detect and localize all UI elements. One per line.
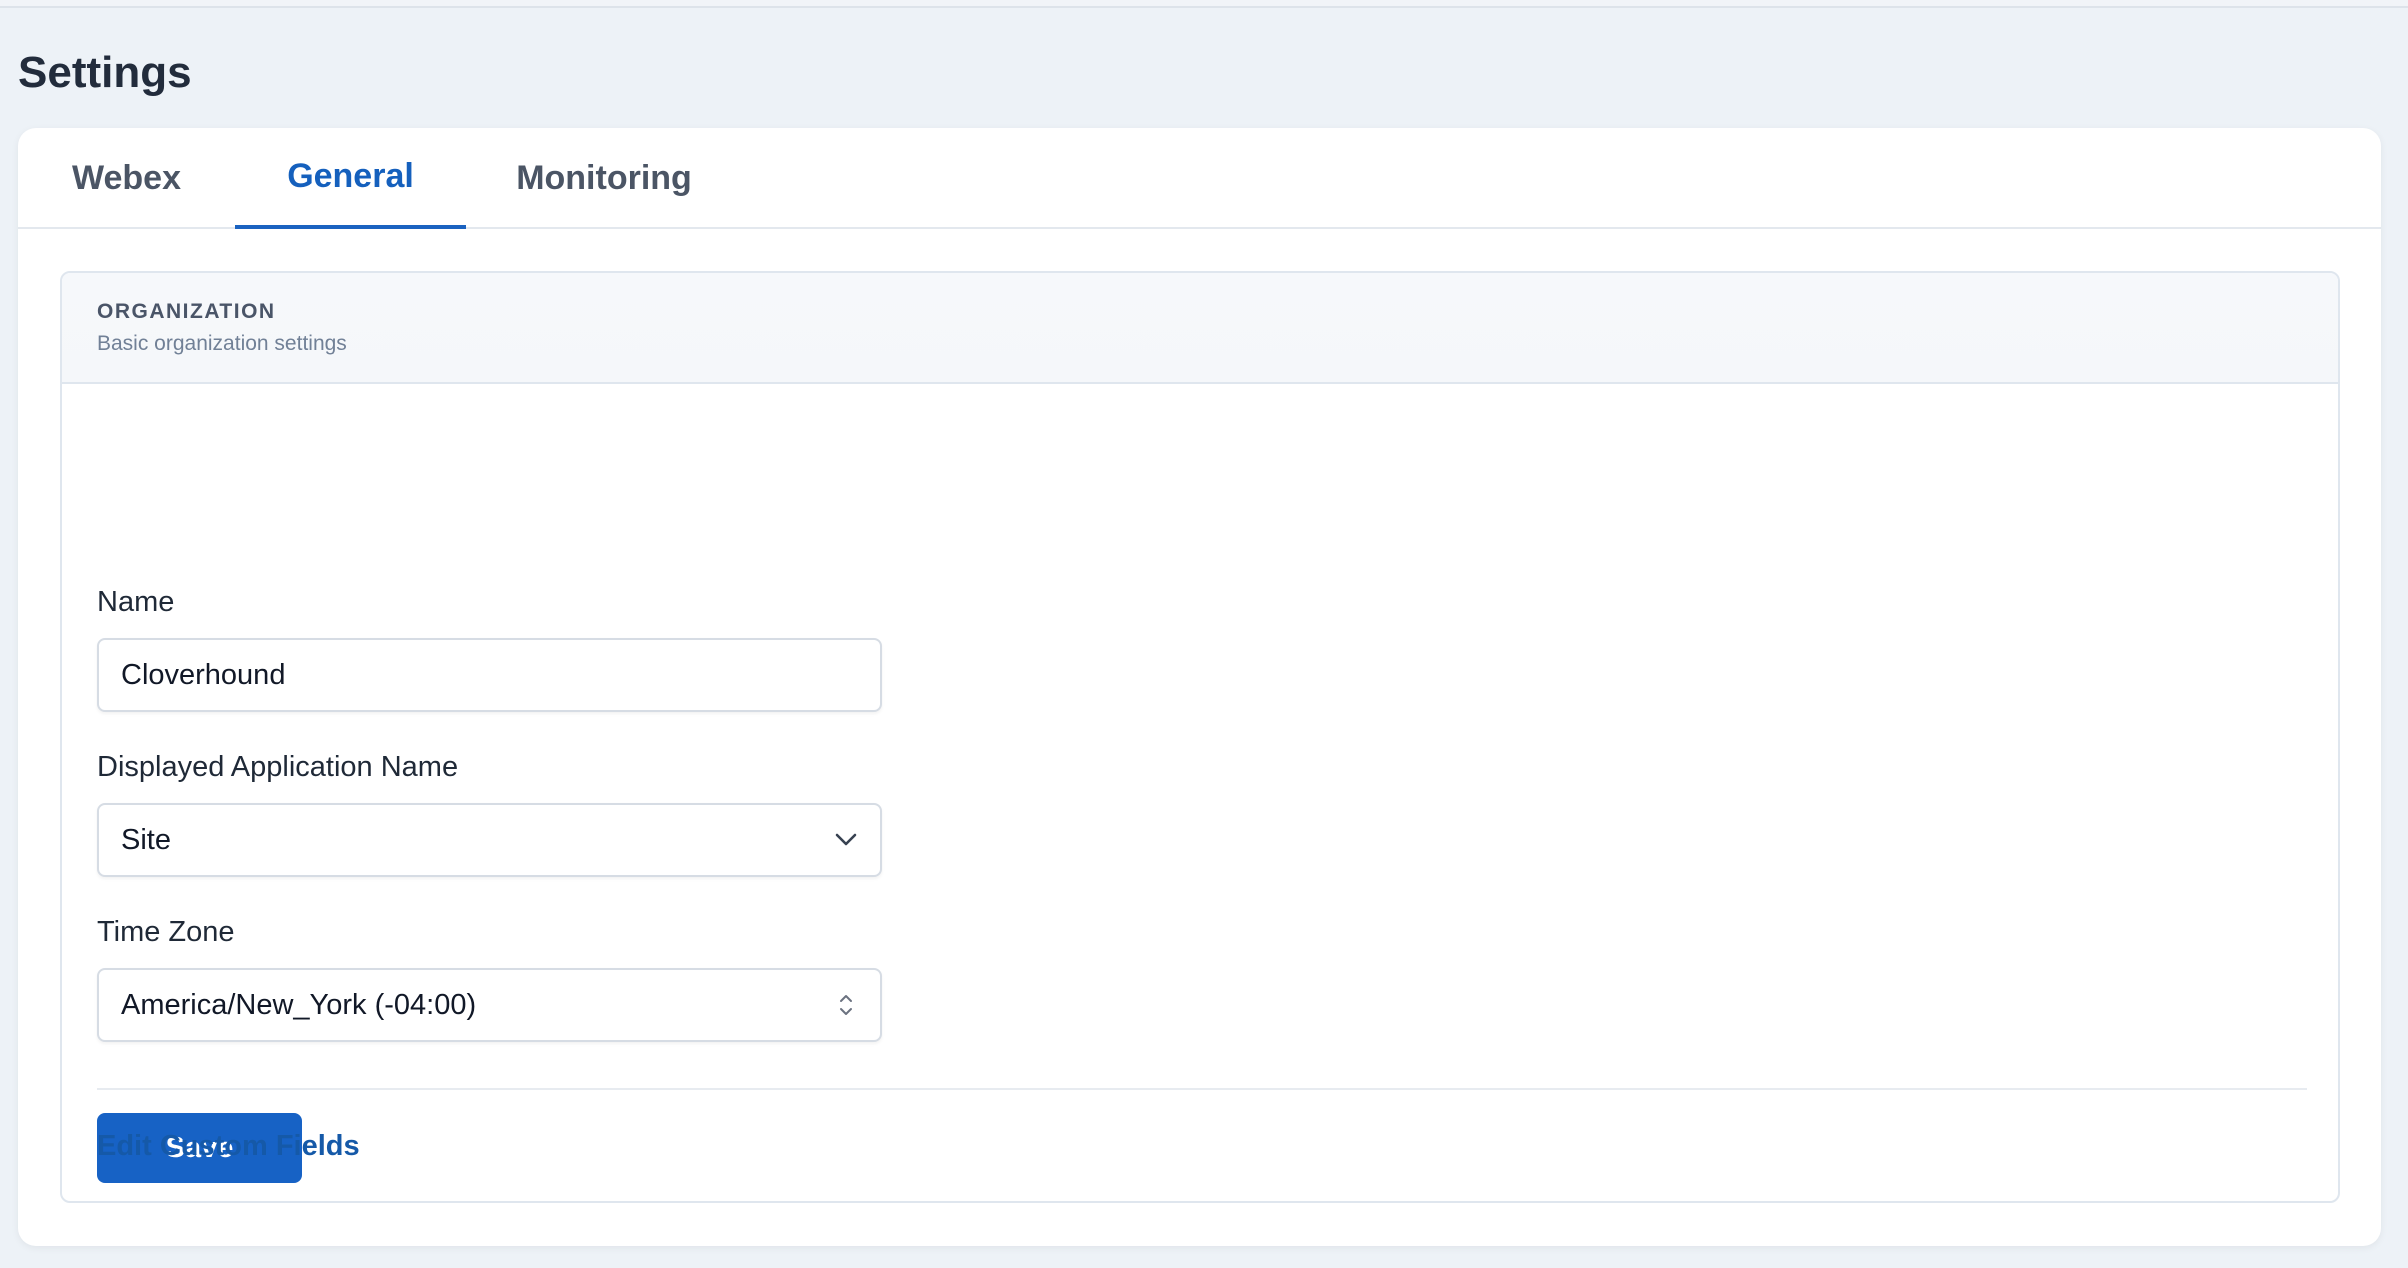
- time-zone-value: America/New_York (-04:00): [121, 988, 477, 1021]
- time-zone-label: Time Zone: [97, 916, 235, 948]
- tab-bar: Webex General Monitoring: [18, 128, 2381, 229]
- organization-section: ORGANIZATION Basic organization settings…: [60, 271, 2340, 1203]
- page-title: Settings: [18, 48, 192, 97]
- app-name-value: Site: [121, 823, 171, 856]
- top-border: [0, 0, 2408, 8]
- tab-webex[interactable]: Webex: [18, 128, 235, 229]
- tab-monitoring[interactable]: Monitoring: [466, 128, 742, 229]
- section-header: ORGANIZATION Basic organization settings: [62, 273, 2338, 384]
- name-input-value: Cloverhound: [121, 658, 286, 691]
- up-down-chevron-icon: [832, 991, 860, 1019]
- section-divider: [97, 1088, 2307, 1090]
- section-title: ORGANIZATION: [97, 300, 276, 323]
- edit-custom-fields-link[interactable]: Edit Custom Fields: [97, 1130, 360, 1163]
- tab-general[interactable]: General: [235, 128, 466, 229]
- settings-card: Webex General Monitoring ORGANIZATION Ba…: [18, 128, 2381, 1246]
- time-zone-select[interactable]: America/New_York (-04:00): [97, 968, 882, 1042]
- chevron-down-icon: [832, 826, 860, 854]
- name-label: Name: [97, 586, 175, 618]
- name-input[interactable]: Cloverhound: [97, 638, 882, 712]
- app-name-label: Displayed Application Name: [97, 751, 459, 783]
- section-subtitle: Basic organization settings: [97, 332, 347, 355]
- app-name-dropdown[interactable]: Site: [97, 803, 882, 877]
